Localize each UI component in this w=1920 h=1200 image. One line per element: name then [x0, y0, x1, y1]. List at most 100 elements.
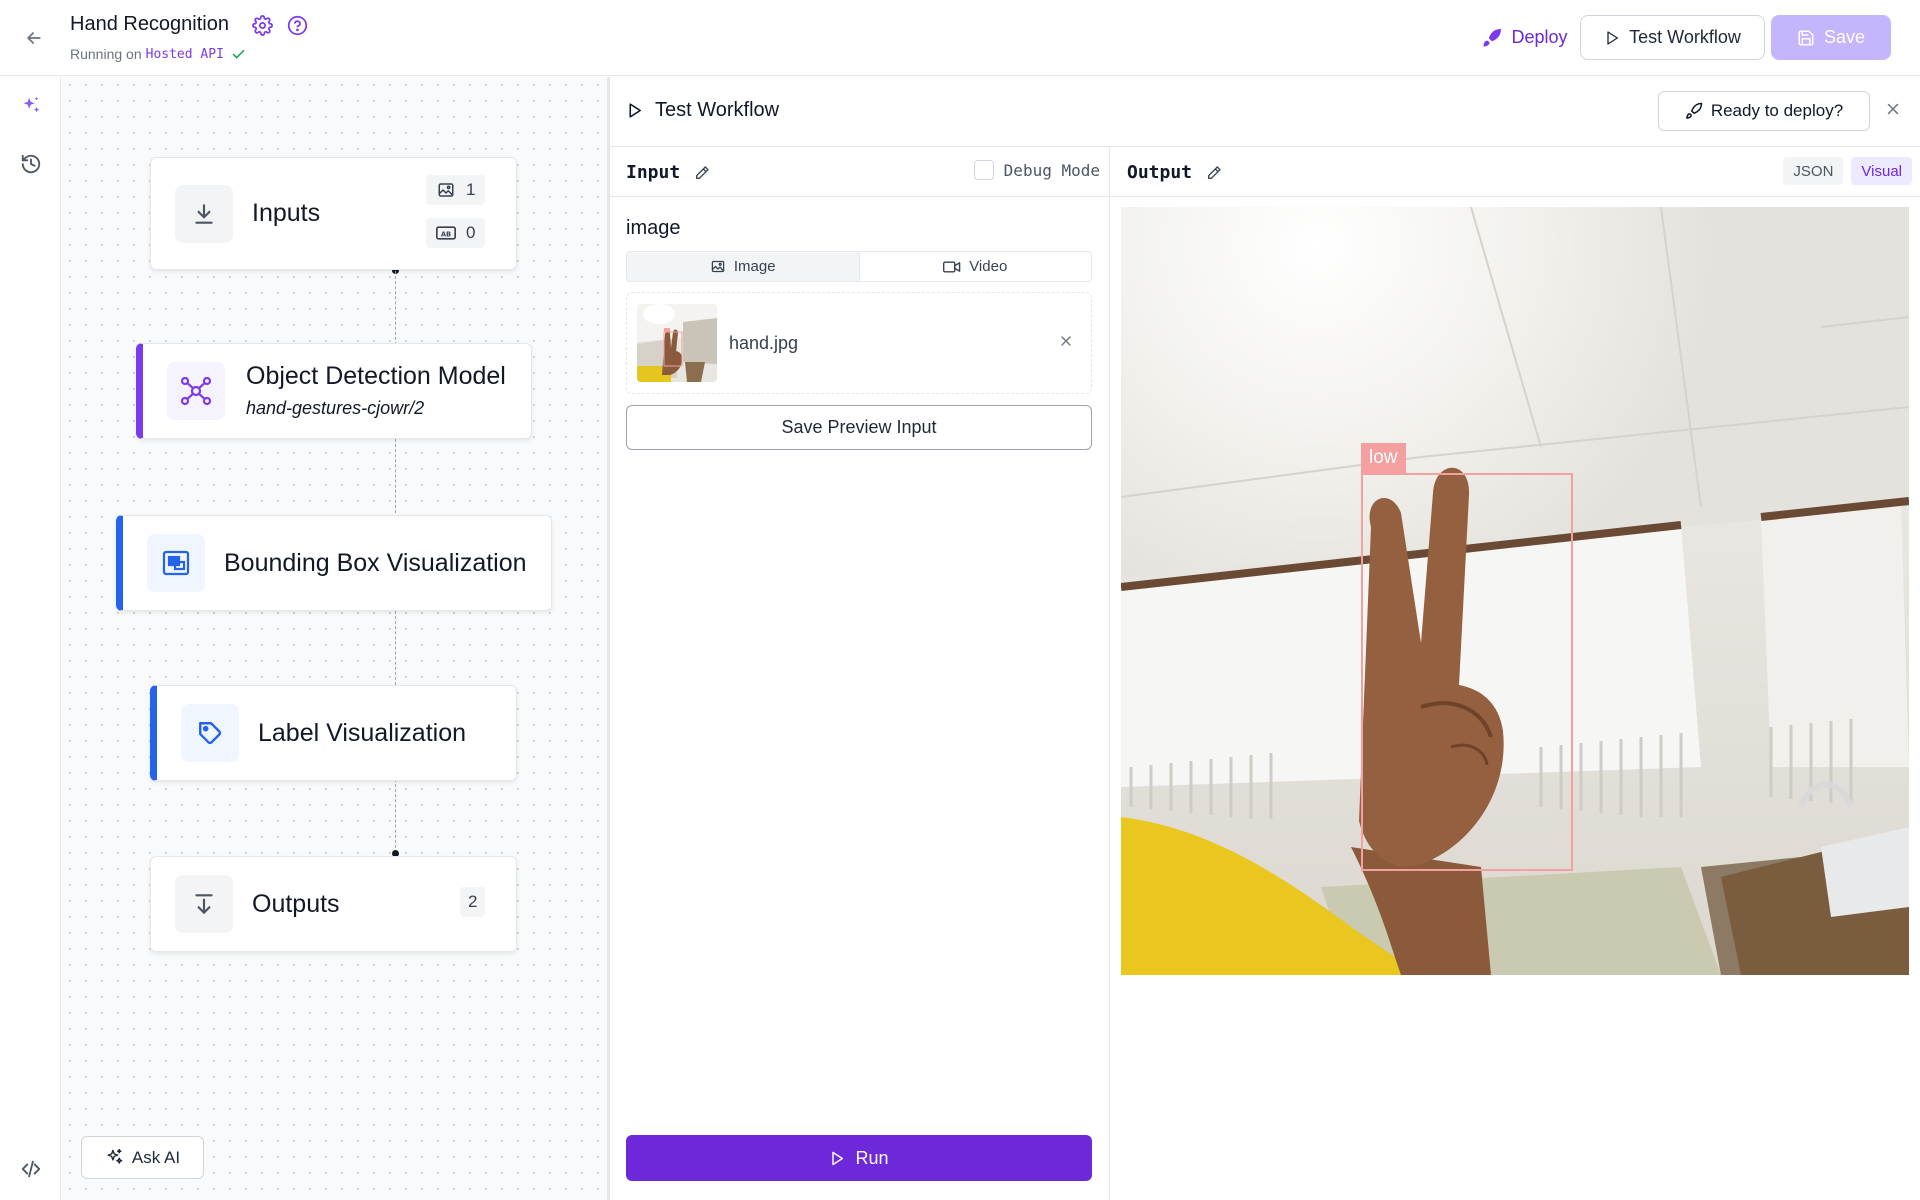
media-option-video[interactable]: Video — [860, 252, 1092, 281]
deploy-button[interactable]: Deploy — [1460, 15, 1590, 60]
arrow-to-bottom-icon — [195, 894, 213, 914]
play-icon — [629, 103, 641, 118]
debug-mode-toggle[interactable]: Debug Mode — [973, 160, 1100, 180]
detection-bounding-box — [1361, 473, 1573, 871]
rocket-icon — [1685, 102, 1703, 119]
node-bounding-box-visualization[interactable]: Bounding Box Visualization — [116, 515, 552, 611]
output-count: 2 — [468, 892, 478, 911]
image-input-count: 1 — [466, 180, 476, 199]
debug-mode-checkbox[interactable] — [973, 160, 994, 180]
tag-icon — [199, 722, 222, 745]
ask-ai-button[interactable]: Ask AI — [81, 1136, 204, 1179]
output-column: Output JSON Visual low — [1111, 147, 1920, 1200]
model-id: hand-gestures-cjowr/2 — [246, 398, 425, 418]
sparkles-icon — [107, 1148, 123, 1164]
close-icon — [1887, 103, 1899, 115]
workflow-settings-button[interactable] — [252, 15, 273, 36]
node-title: Object Detection Model — [246, 362, 506, 390]
node-title: Outputs — [252, 890, 340, 918]
bounding-box-icon — [162, 550, 190, 576]
output-count-badge: 2 — [460, 887, 486, 917]
output-heading: Output — [1127, 162, 1222, 183]
media-option-image[interactable]: Image — [627, 252, 860, 281]
media-option-video-label: Video — [969, 258, 1008, 275]
play-icon — [1607, 30, 1619, 45]
input-heading: Input — [626, 162, 710, 183]
node-title: Inputs — [252, 199, 321, 227]
output-column-header: Output JSON Visual — [1111, 147, 1920, 197]
test-workflow-button[interactable]: Test Workflow — [1580, 15, 1765, 60]
status-target: Hosted API — [145, 46, 224, 62]
workflow-canvas[interactable]: Inputs 1 AB 0 Object Detection Model han… — [62, 77, 607, 1200]
image-icon — [438, 183, 454, 197]
node-outputs[interactable]: Outputs 2 — [150, 856, 517, 952]
media-type-toggle: Image Video — [626, 251, 1092, 282]
close-icon — [1061, 336, 1071, 346]
input-field-label: image — [626, 217, 681, 239]
view-option-visual[interactable]: Visual — [1851, 157, 1912, 185]
output-heading-text: Output — [1127, 162, 1193, 183]
version-history-rail-button[interactable] — [19, 152, 43, 176]
output-visualization-image: low — [1121, 207, 1909, 975]
gear-icon — [252, 15, 273, 36]
run-button[interactable]: Run — [626, 1135, 1092, 1181]
bbox-icon-box — [147, 534, 205, 592]
test-panel-title-text: Test Workflow — [655, 99, 780, 121]
left-rail — [0, 77, 61, 1200]
outputs-icon-box — [175, 875, 233, 933]
output-view-toggle: JSON Visual — [1783, 157, 1912, 185]
download-icon — [195, 204, 213, 224]
label-icon-box — [181, 704, 239, 762]
text-input-count: 0 — [466, 223, 476, 242]
node-inputs[interactable]: Inputs 1 AB 0 — [150, 157, 517, 270]
back-button[interactable] — [20, 26, 48, 50]
image-input-count-badge: 1 — [426, 175, 486, 205]
help-button[interactable] — [287, 15, 308, 36]
close-panel-button[interactable] — [1884, 100, 1902, 118]
history-icon — [21, 154, 41, 174]
play-icon — [832, 1151, 844, 1165]
rocket-icon — [1483, 28, 1502, 47]
test-workflow-panel: Test Workflow Ready to deploy? Input Deb… — [610, 77, 1920, 1200]
test-workflow-label: Test Workflow — [1629, 27, 1741, 47]
input-heading-text: Input — [626, 162, 681, 183]
uploaded-file-card: hand.jpg — [626, 292, 1092, 394]
deployment-status: Running on Hosted API — [70, 46, 246, 62]
code-view-rail-button[interactable] — [19, 1157, 43, 1181]
ask-ai-label: Ask AI — [131, 1147, 181, 1167]
network-nodes-icon — [180, 376, 212, 406]
app-header: Hand Recognition Running on Hosted API D… — [0, 0, 1920, 76]
pencil-icon[interactable] — [1206, 165, 1222, 181]
view-option-json[interactable]: JSON — [1783, 157, 1844, 185]
node-label-visualization[interactable]: Label Visualization — [150, 685, 517, 781]
save-button[interactable]: Save — [1771, 15, 1891, 60]
remove-file-button[interactable] — [1058, 333, 1074, 349]
image-icon — [711, 260, 725, 273]
floppy-disk-icon — [1798, 30, 1814, 45]
sparkles-icon — [23, 96, 40, 113]
file-thumbnail — [637, 304, 717, 382]
deploy-label: Deploy — [1511, 27, 1568, 47]
question-circle-icon — [287, 15, 308, 36]
input-column-header: Input Debug Mode — [610, 147, 1110, 197]
node-title: Label Visualization — [258, 719, 467, 747]
run-label: Run — [855, 1147, 889, 1168]
ready-to-deploy-button[interactable]: Ready to deploy? — [1658, 91, 1870, 131]
debug-mode-label: Debug Mode — [1003, 160, 1100, 180]
file-name: hand.jpg — [729, 333, 799, 353]
svg-text:AB: AB — [441, 230, 451, 238]
ai-assistant-rail-button[interactable] — [19, 94, 43, 118]
status-prefix: Running on — [70, 46, 142, 62]
workflow-title: Hand Recognition — [70, 13, 229, 35]
text-input-icon: AB — [436, 226, 456, 240]
video-icon — [943, 260, 961, 273]
test-panel-title: Test Workflow — [626, 99, 779, 122]
text-input-count-badge: AB 0 — [426, 218, 486, 248]
pencil-icon[interactable] — [694, 165, 710, 181]
save-preview-input-button[interactable]: Save Preview Input — [626, 405, 1092, 450]
code-icon — [21, 1160, 41, 1178]
arrow-left-icon — [27, 32, 41, 44]
node-object-detection-model[interactable]: Object Detection Model hand-gestures-cjo… — [136, 343, 532, 439]
media-option-image-label: Image — [733, 258, 776, 275]
test-panel-header: Test Workflow Ready to deploy? — [610, 77, 1920, 147]
